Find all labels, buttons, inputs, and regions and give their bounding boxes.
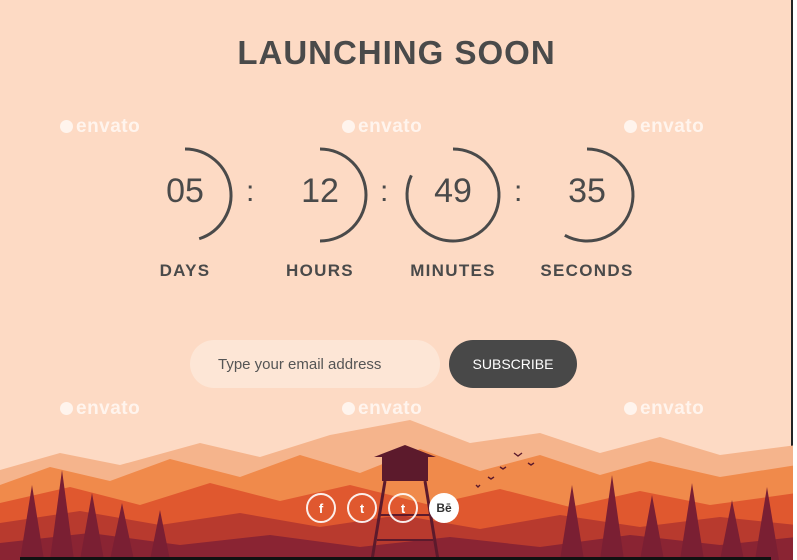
countdown-separator: : (514, 175, 523, 208)
watermark: envato (624, 116, 704, 138)
subscribe-button[interactable]: SUBSCRIBE (449, 340, 577, 388)
countdown-separator: : (246, 175, 255, 208)
email-input[interactable] (190, 340, 440, 388)
countdown-seconds: 35 SECONDS (537, 145, 637, 280)
mountain-landscape-illustration (0, 420, 793, 560)
minutes-value: 49 (434, 172, 472, 210)
watermark: envato (60, 116, 140, 138)
hours-value: 12 (301, 172, 339, 210)
social-links: f t t Bē (306, 493, 459, 523)
minutes-label: MINUTES (410, 261, 496, 280)
hours-label: HOURS (286, 261, 354, 280)
seconds-value: 35 (568, 172, 606, 210)
seconds-label: SECONDS (540, 261, 634, 280)
twitter-icon[interactable]: t (347, 493, 377, 523)
launch-page: LAUNCHING SOON envato envato envato enva… (0, 0, 797, 560)
facebook-icon[interactable]: f (306, 493, 336, 523)
countdown-days: 05 DAYS (135, 145, 235, 280)
countdown-minutes: 49 MINUTES (403, 145, 503, 280)
behance-icon[interactable]: Bē (429, 493, 459, 523)
days-label: DAYS (159, 261, 211, 280)
watermark: envato (342, 116, 422, 138)
tumblr-icon[interactable]: t (388, 493, 418, 523)
countdown-hours: 12 HOURS (270, 145, 370, 280)
page-title: LAUNCHING SOON (237, 34, 556, 71)
days-value: 05 (166, 172, 204, 210)
countdown-separator: : (380, 175, 389, 208)
